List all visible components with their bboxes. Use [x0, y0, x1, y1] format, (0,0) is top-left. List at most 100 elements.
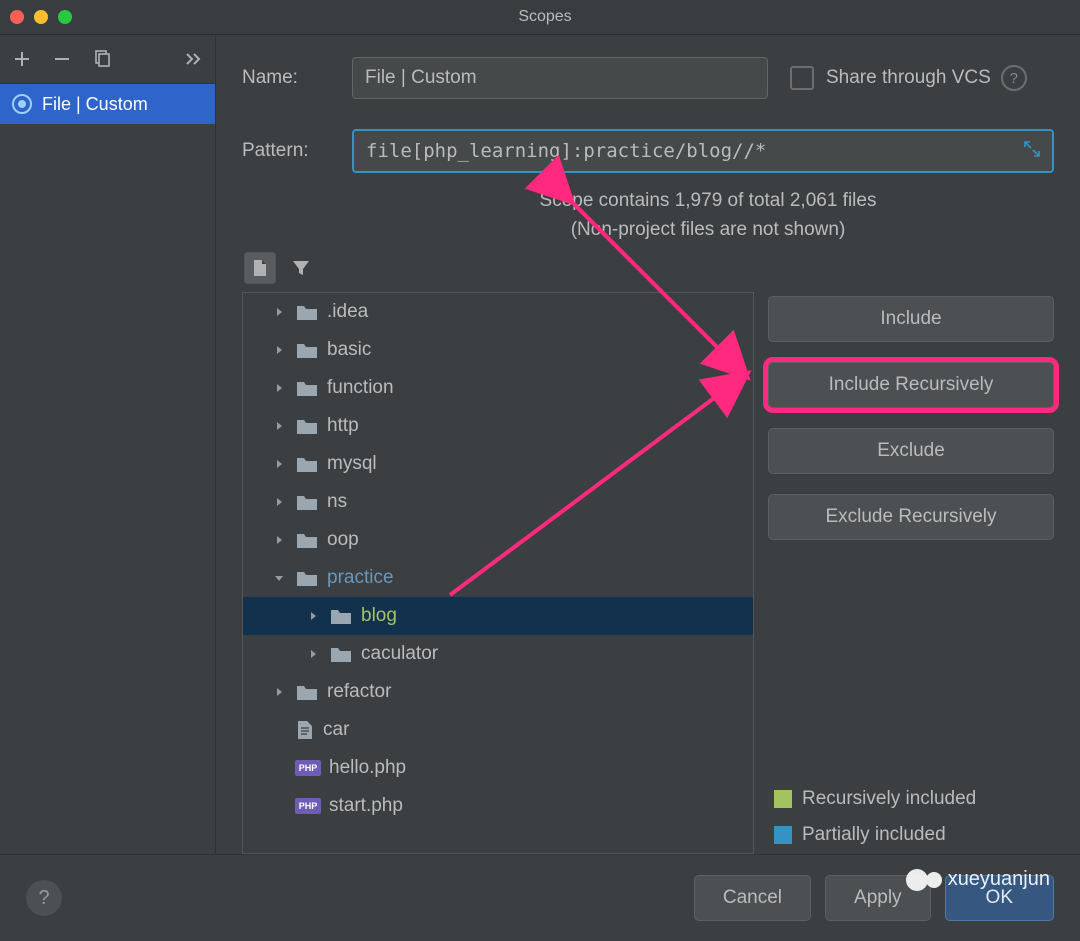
- folder-icon: [329, 644, 353, 664]
- remove-icon[interactable]: [52, 50, 72, 68]
- tree-toolbar: [244, 252, 1054, 284]
- titlebar: Scopes: [0, 0, 1080, 35]
- tree-row-hello-php[interactable]: PHP hello.php: [243, 749, 753, 787]
- tree-item-label: car: [323, 719, 349, 741]
- tree-row-oop[interactable]: oop: [243, 521, 753, 559]
- tree-item-label: ns: [327, 491, 347, 513]
- partial-swatch-icon: [774, 826, 792, 844]
- tree-row-car[interactable]: car: [243, 711, 753, 749]
- pattern-row: Pattern: file[php_learning]:practice/blo…: [242, 129, 1054, 173]
- filter-icon[interactable]: [290, 257, 312, 279]
- tree-item-label: oop: [327, 529, 359, 551]
- help-icon[interactable]: ?: [1001, 65, 1027, 91]
- chevron-right-icon[interactable]: [305, 648, 321, 660]
- folder-icon: [295, 416, 319, 436]
- include-button[interactable]: Include: [768, 296, 1054, 342]
- chevron-down-icon[interactable]: [271, 572, 287, 584]
- maximize-window-icon[interactable]: [58, 10, 72, 24]
- chevron-right-icon[interactable]: [271, 534, 287, 546]
- chevron-right-icon[interactable]: [271, 382, 287, 394]
- radio-selected-icon: [12, 94, 32, 114]
- folder-icon: [295, 378, 319, 398]
- chevron-right-icon[interactable]: [271, 420, 287, 432]
- folder-icon: [295, 682, 319, 702]
- project-tree[interactable]: .idea basic function http mysql ns oop practice…: [242, 292, 754, 854]
- share-through-vcs[interactable]: Share through VCS: [790, 66, 991, 90]
- tree-item-label: refactor: [327, 681, 391, 703]
- legend-partial: Partially included: [774, 824, 1054, 846]
- chevron-right-icon[interactable]: [305, 610, 321, 622]
- chevron-right-icon[interactable]: [271, 458, 287, 470]
- tree-row-http[interactable]: http: [243, 407, 753, 445]
- legend-recursive: Recursively included: [774, 788, 1054, 810]
- folder-icon: [295, 454, 319, 474]
- folder-icon: [295, 492, 319, 512]
- tree-item-label: hello.php: [329, 757, 406, 779]
- name-input[interactable]: File | Custom: [352, 57, 768, 99]
- scope-info-line2: (Non-project files are not shown): [571, 219, 846, 240]
- tree-item-label: blog: [361, 605, 397, 627]
- sidebar-toolbar: [0, 35, 215, 84]
- chevron-right-icon[interactable]: [271, 306, 287, 318]
- php-file-icon: PHP: [295, 798, 321, 814]
- tree-row-blog[interactable]: blog: [243, 597, 753, 635]
- name-row: Name: File | Custom Share through VCS ?: [242, 57, 1054, 99]
- share-label: Share through VCS: [826, 67, 991, 89]
- minimize-window-icon[interactable]: [34, 10, 48, 24]
- wechat-icon: [926, 872, 942, 888]
- sidebar-item-file-custom[interactable]: File | Custom: [0, 84, 215, 124]
- wechat-icon: [906, 869, 928, 891]
- tree-row-refactor[interactable]: refactor: [243, 673, 753, 711]
- action-buttons: Include Include Recursively Exclude Excl…: [768, 292, 1054, 854]
- exclude-button[interactable]: Exclude: [768, 428, 1054, 474]
- watermark: xueyuanjun: [906, 868, 1050, 891]
- folder-icon: [295, 568, 319, 588]
- tree-zone: .idea basic function http mysql ns oop practice…: [242, 292, 1054, 854]
- main-panel: Name: File | Custom Share through VCS ? …: [216, 35, 1080, 855]
- chevron-right-icon[interactable]: [271, 496, 287, 508]
- tree-row--idea[interactable]: .idea: [243, 293, 753, 331]
- exclude-recursively-button[interactable]: Exclude Recursively: [768, 494, 1054, 540]
- checkbox-icon[interactable]: [790, 66, 814, 90]
- tree-row-caculator[interactable]: caculator: [243, 635, 753, 673]
- file-icon: [295, 719, 315, 741]
- folder-icon: [295, 302, 319, 322]
- help-button[interactable]: ?: [26, 880, 62, 916]
- tree-item-label: basic: [327, 339, 371, 361]
- pattern-label: Pattern:: [242, 140, 352, 162]
- cancel-button[interactable]: Cancel: [694, 875, 811, 921]
- watermark-text: xueyuanjun: [948, 868, 1050, 891]
- window-title: Scopes: [72, 8, 1018, 26]
- name-input-value: File | Custom: [365, 67, 477, 89]
- include-recursively-button[interactable]: Include Recursively: [768, 362, 1054, 408]
- chevron-right-icon[interactable]: [271, 344, 287, 356]
- chevron-right-icon[interactable]: [271, 686, 287, 698]
- tree-item-label: .idea: [327, 301, 368, 323]
- copy-icon[interactable]: [92, 50, 112, 68]
- tree-item-label: caculator: [361, 643, 438, 665]
- add-icon[interactable]: [12, 50, 32, 68]
- tree-item-label: function: [327, 377, 394, 399]
- expand-editor-icon[interactable]: [1024, 140, 1040, 162]
- close-window-icon[interactable]: [10, 10, 24, 24]
- php-file-icon: PHP: [295, 760, 321, 776]
- tree-row-function[interactable]: function: [243, 369, 753, 407]
- tree-row-practice[interactable]: practice: [243, 559, 753, 597]
- tree-row-basic[interactable]: basic: [243, 331, 753, 369]
- folder-icon: [329, 606, 353, 626]
- tree-item-label: mysql: [327, 453, 377, 475]
- pattern-input-value: file[php_learning]:practice/blog//*: [366, 140, 766, 162]
- recursive-swatch-icon: [774, 790, 792, 808]
- pattern-input[interactable]: file[php_learning]:practice/blog//*: [352, 129, 1054, 173]
- tree-row-start-php[interactable]: PHPstart.php: [243, 787, 753, 825]
- scope-info-line1: Scope contains 1,979 of total 2,061 file…: [540, 190, 877, 211]
- dialog-body: File | Custom Name: File | Custom Share …: [0, 35, 1080, 855]
- expand-icon[interactable]: [183, 52, 203, 66]
- sidebar: File | Custom: [0, 35, 216, 855]
- name-label: Name:: [242, 67, 352, 89]
- tree-row-mysql[interactable]: mysql: [243, 445, 753, 483]
- tree-row-ns[interactable]: ns: [243, 483, 753, 521]
- sidebar-item-label: File | Custom: [42, 94, 148, 115]
- window-controls: [10, 10, 72, 24]
- file-view-icon[interactable]: [244, 252, 276, 284]
